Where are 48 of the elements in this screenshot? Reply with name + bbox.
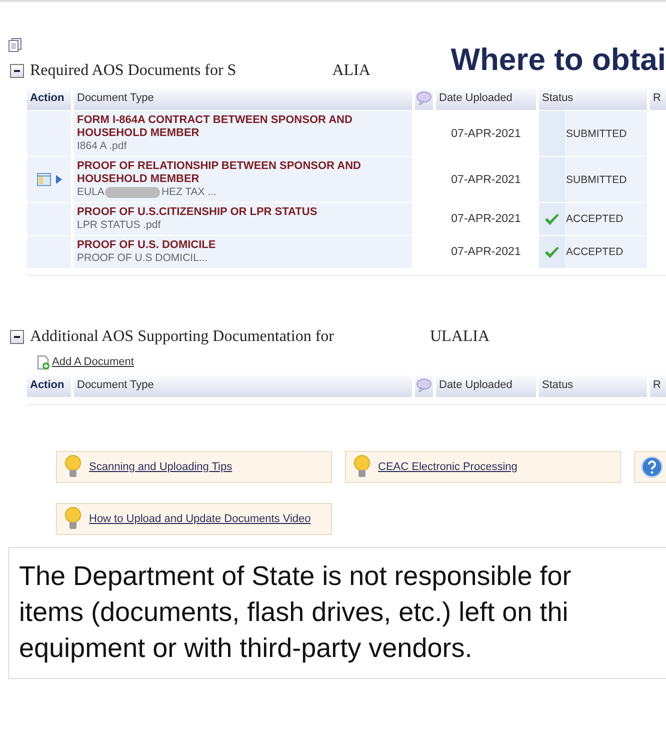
column-header: Date Uploaded bbox=[436, 373, 536, 397]
document-type-link[interactable]: PROOF OF U.S. DOMICILE bbox=[77, 239, 216, 252]
status-text: SUBMITTED bbox=[566, 174, 627, 186]
help-link[interactable]: How to Upload and Update Documents Video bbox=[89, 513, 311, 525]
status-text: ACCEPTED bbox=[566, 213, 624, 225]
section-title: Required AOS Documents for S bbox=[30, 62, 236, 80]
add-document-icon bbox=[36, 354, 50, 370]
file-name: LPR STATUS .pdf bbox=[77, 219, 161, 232]
disclaimer-text: The Department of State is not responsible for items (documents, flash drives, etc.) left on thi equipment or with third-party vendors. bbox=[19, 560, 572, 665]
checkmark-icon bbox=[544, 246, 560, 258]
help-icon[interactable] bbox=[641, 456, 663, 478]
document-icon bbox=[8, 38, 22, 52]
column-header: R bbox=[650, 86, 666, 110]
checkmark-icon bbox=[544, 212, 560, 226]
file-name: I864 A .pdf bbox=[77, 140, 127, 153]
file-name: PROOF OF U.S DOMICIL... bbox=[77, 252, 208, 265]
document-type-link[interactable]: PROOF OF U.S.CITIZENSHIP OR LPR STATUS bbox=[77, 206, 318, 219]
collapse-toggle[interactable] bbox=[10, 64, 24, 78]
comment-icon bbox=[416, 91, 432, 105]
column-header: Date Uploaded bbox=[436, 86, 536, 110]
expand-arrow-icon[interactable] bbox=[56, 175, 62, 184]
section-title: ULALIA bbox=[430, 328, 490, 346]
lightbulb-icon bbox=[354, 455, 370, 479]
comment-icon bbox=[416, 378, 432, 392]
file-name: EULA HEZ TAX ... bbox=[77, 186, 216, 199]
column-header: Action bbox=[27, 86, 71, 110]
help-link[interactable]: Scanning and Uploading Tips bbox=[89, 461, 232, 473]
section-title: ALIA bbox=[332, 62, 370, 80]
status-text: SUBMITTED bbox=[566, 128, 627, 140]
collapse-toggle[interactable] bbox=[10, 330, 24, 344]
status-text: ACCEPTED bbox=[566, 246, 624, 258]
column-header: R bbox=[650, 373, 666, 397]
column-header: Action bbox=[27, 373, 71, 397]
table-icon[interactable] bbox=[36, 173, 50, 186]
add-document-link[interactable]: Add A Document bbox=[52, 356, 134, 368]
document-type-link[interactable]: PROOF OF RELATIONSHIP BETWEEN SPONSOR AND HOUSEHOLD MEMBER bbox=[77, 160, 409, 186]
toggle-icon bbox=[13, 333, 21, 341]
document-type-link[interactable]: FORM I-864A CONTRACT BETWEEN SPONSOR AND HOUSEHOLD MEMBER bbox=[77, 114, 409, 140]
section-title: Additional AOS Supporting Documentation for bbox=[30, 328, 334, 346]
column-header: Document Type bbox=[74, 373, 412, 397]
lightbulb-icon bbox=[65, 455, 81, 479]
help-link[interactable]: CEAC Electronic Processing bbox=[378, 461, 518, 473]
column-header: Document Type bbox=[74, 86, 412, 110]
column-header: Status bbox=[539, 86, 647, 110]
lightbulb-icon bbox=[65, 507, 81, 531]
page-heading: Where to obtai bbox=[450, 42, 666, 78]
toggle-icon bbox=[13, 67, 21, 75]
column-header: Status bbox=[539, 373, 647, 397]
